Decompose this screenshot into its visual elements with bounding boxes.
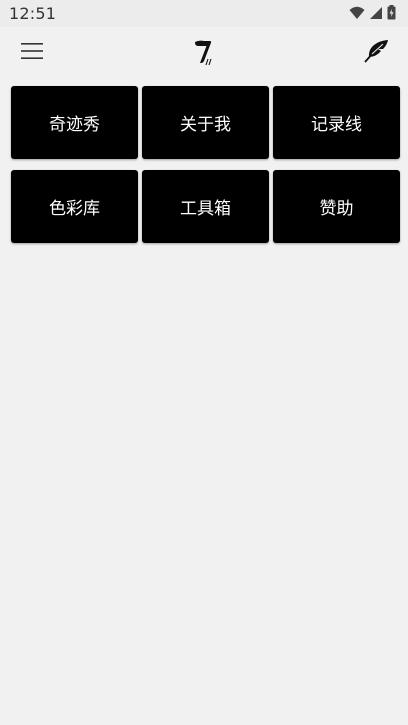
tile-record-line[interactable]: 记录线 bbox=[273, 86, 400, 159]
battery-icon bbox=[387, 5, 396, 24]
app-bar bbox=[0, 27, 408, 79]
tile-miracle-show[interactable]: 奇迹秀 bbox=[11, 86, 138, 159]
status-time: 12:51 bbox=[9, 4, 57, 23]
feature-grid: 奇迹秀 关于我 记录线 色彩库 工具箱 赞助 bbox=[11, 86, 400, 243]
tile-label: 赞助 bbox=[319, 199, 354, 219]
tile-color-library[interactable]: 色彩库 bbox=[11, 170, 138, 243]
status-icons bbox=[349, 5, 396, 24]
menu-button[interactable] bbox=[18, 39, 46, 67]
feather-icon bbox=[363, 39, 389, 67]
signal-icon bbox=[369, 5, 383, 24]
tile-label: 关于我 bbox=[180, 115, 231, 135]
wifi-icon bbox=[349, 5, 365, 24]
tile-about-me[interactable]: 关于我 bbox=[142, 86, 269, 159]
app-screen: 12:51 奇迹秀 关于我 记录线 色彩库 工具箱 赞助 bbox=[0, 0, 408, 725]
tile-label: 奇迹秀 bbox=[49, 115, 100, 135]
tile-label: 色彩库 bbox=[49, 199, 100, 219]
tile-label: 记录线 bbox=[311, 115, 362, 135]
tile-toolbox[interactable]: 工具箱 bbox=[142, 170, 269, 243]
hamburger-menu-icon bbox=[20, 41, 44, 65]
feather-button[interactable] bbox=[362, 39, 390, 67]
seven-logo-icon bbox=[192, 39, 216, 67]
tile-sponsor[interactable]: 赞助 bbox=[273, 170, 400, 243]
tile-label: 工具箱 bbox=[180, 199, 231, 219]
status-bar: 12:51 bbox=[0, 0, 408, 27]
